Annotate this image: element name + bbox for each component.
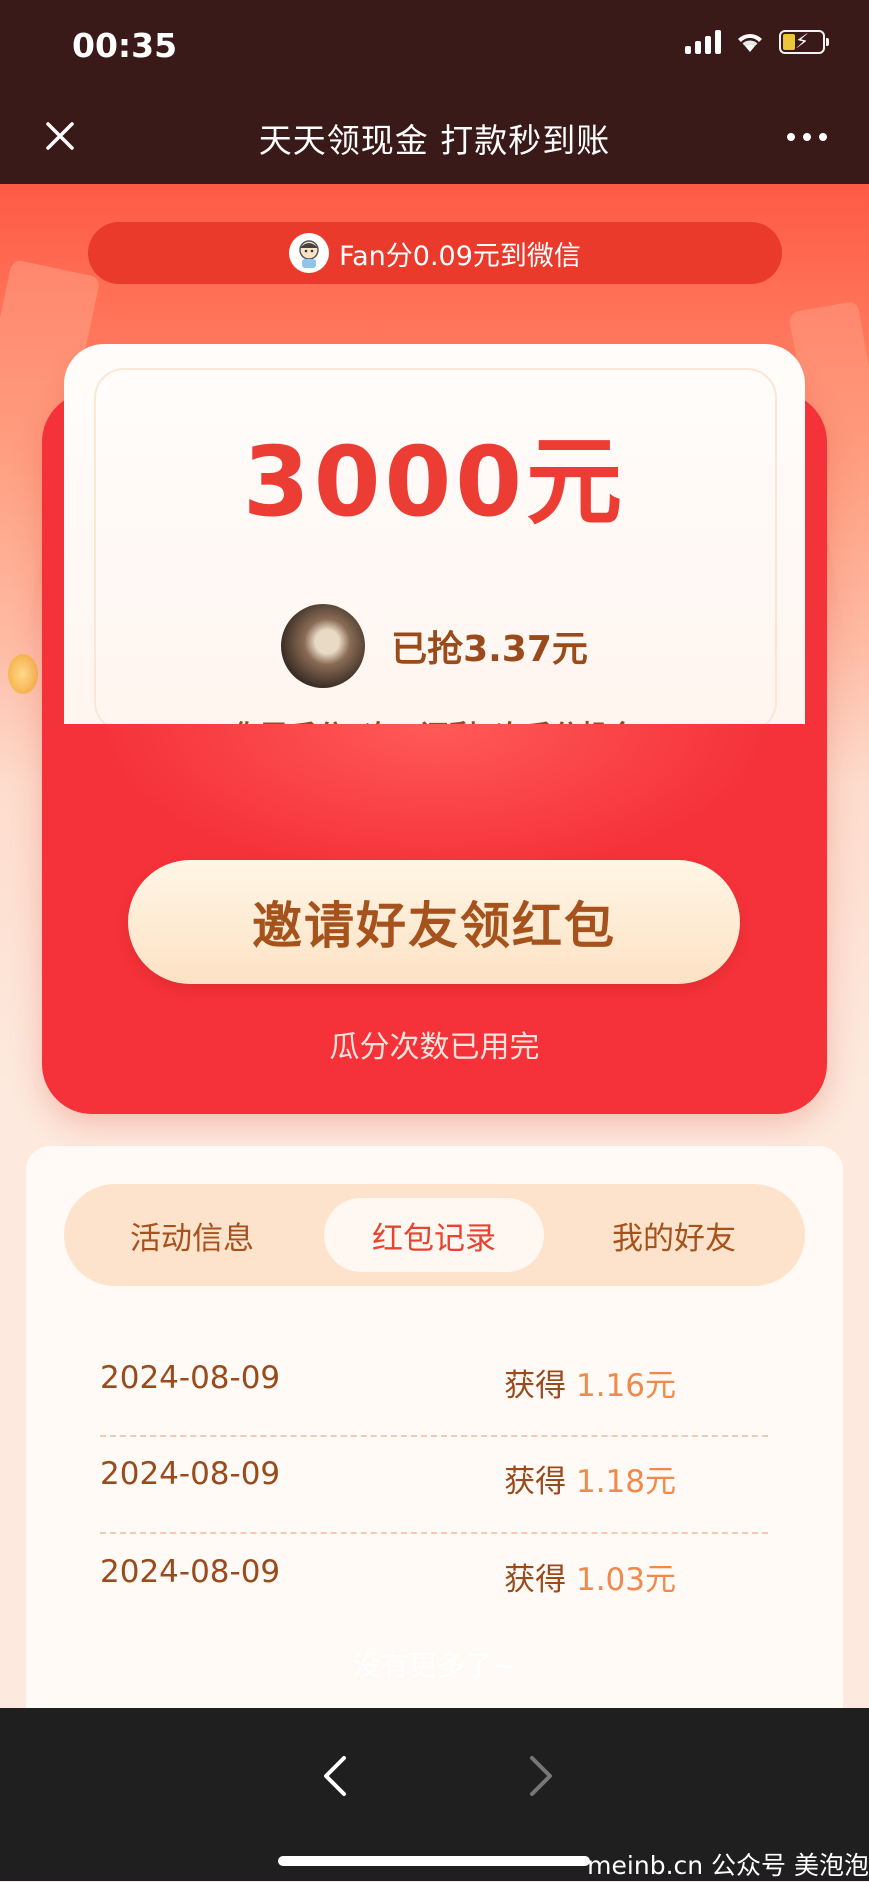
record-date: 2024-08-09 [100,1456,281,1492]
status-bar: 00:35 ⚡ [0,0,869,92]
more-icon[interactable] [785,122,829,152]
record-earn: 获得 1.03元 [504,1554,676,1599]
notice-text: Fan分0.09元到微信 [339,240,581,272]
record-amount: 1.03元 [575,1562,676,1598]
record-date: 2024-08-09 [100,1360,281,1396]
battery-icon: ⚡ [779,29,829,54]
record-earn-label: 获得 [504,1464,567,1500]
list-item: 2024-08-09 获得 1.03元 [76,1528,744,1624]
record-amount: 1.16元 [575,1368,676,1404]
list-item: 2024-08-09 获得 1.16元 [76,1334,744,1430]
home-indicator[interactable] [278,1856,590,1866]
tab-red-packet-records[interactable]: 红包记录 [324,1198,544,1272]
notice-banner: Fan分0.09元到微信 [88,222,782,284]
record-amount: 1.18元 [575,1464,676,1500]
wifi-icon [738,34,762,52]
main-content: Fan分0.09元到微信 3000元 已抢3.37元 你已瓜分3次，还剩0次瓜分… [0,184,869,1708]
used-up-text: 瓜分次数已用完 [329,1030,540,1065]
invite-friends-button[interactable]: 邀请好友领红包 [128,860,740,984]
record-earn-label: 获得 [504,1562,567,1598]
grabbed-row: 已抢3.37元 [64,604,805,688]
tab-activity-info[interactable]: 活动信息 [82,1198,302,1272]
record-date: 2024-08-09 [100,1554,281,1590]
no-more-text: 没有更多了~ [352,1649,517,1682]
record-earn-label: 获得 [504,1368,567,1404]
tab-bar: 活动信息 红包记录 我的好友 [64,1184,805,1286]
record-earn: 获得 1.18元 [504,1456,676,1501]
cartoon-avatar-icon [299,240,319,268]
record-earn: 获得 1.16元 [504,1360,676,1405]
title-bar: 天天领现金 打款秒到账 [0,92,869,184]
gold-coin-icon [8,654,38,694]
status-time: 00:35 [72,26,178,65]
back-arrow-icon[interactable] [306,1746,366,1806]
grabbed-amount: 已抢3.37元 [391,629,588,670]
list-item: 2024-08-09 获得 1.18元 [76,1430,744,1526]
watermark-text: meinb.cn 公众号 美泡泡 [587,1851,869,1880]
page-title: 天天领现金 打款秒到账 [258,121,611,160]
tab-my-friends[interactable]: 我的好友 [564,1198,784,1272]
status-icons: ⚡ [685,29,829,54]
notice-avatar [289,233,330,273]
avatar [281,604,366,688]
prize-card: 3000元 已抢3.37元 你已瓜分3次，还剩0次瓜分机会 [64,344,805,784]
prize-amount: 3000元 [242,426,627,538]
forward-arrow-icon[interactable] [510,1746,570,1806]
cellular-signal-icon [685,30,721,54]
